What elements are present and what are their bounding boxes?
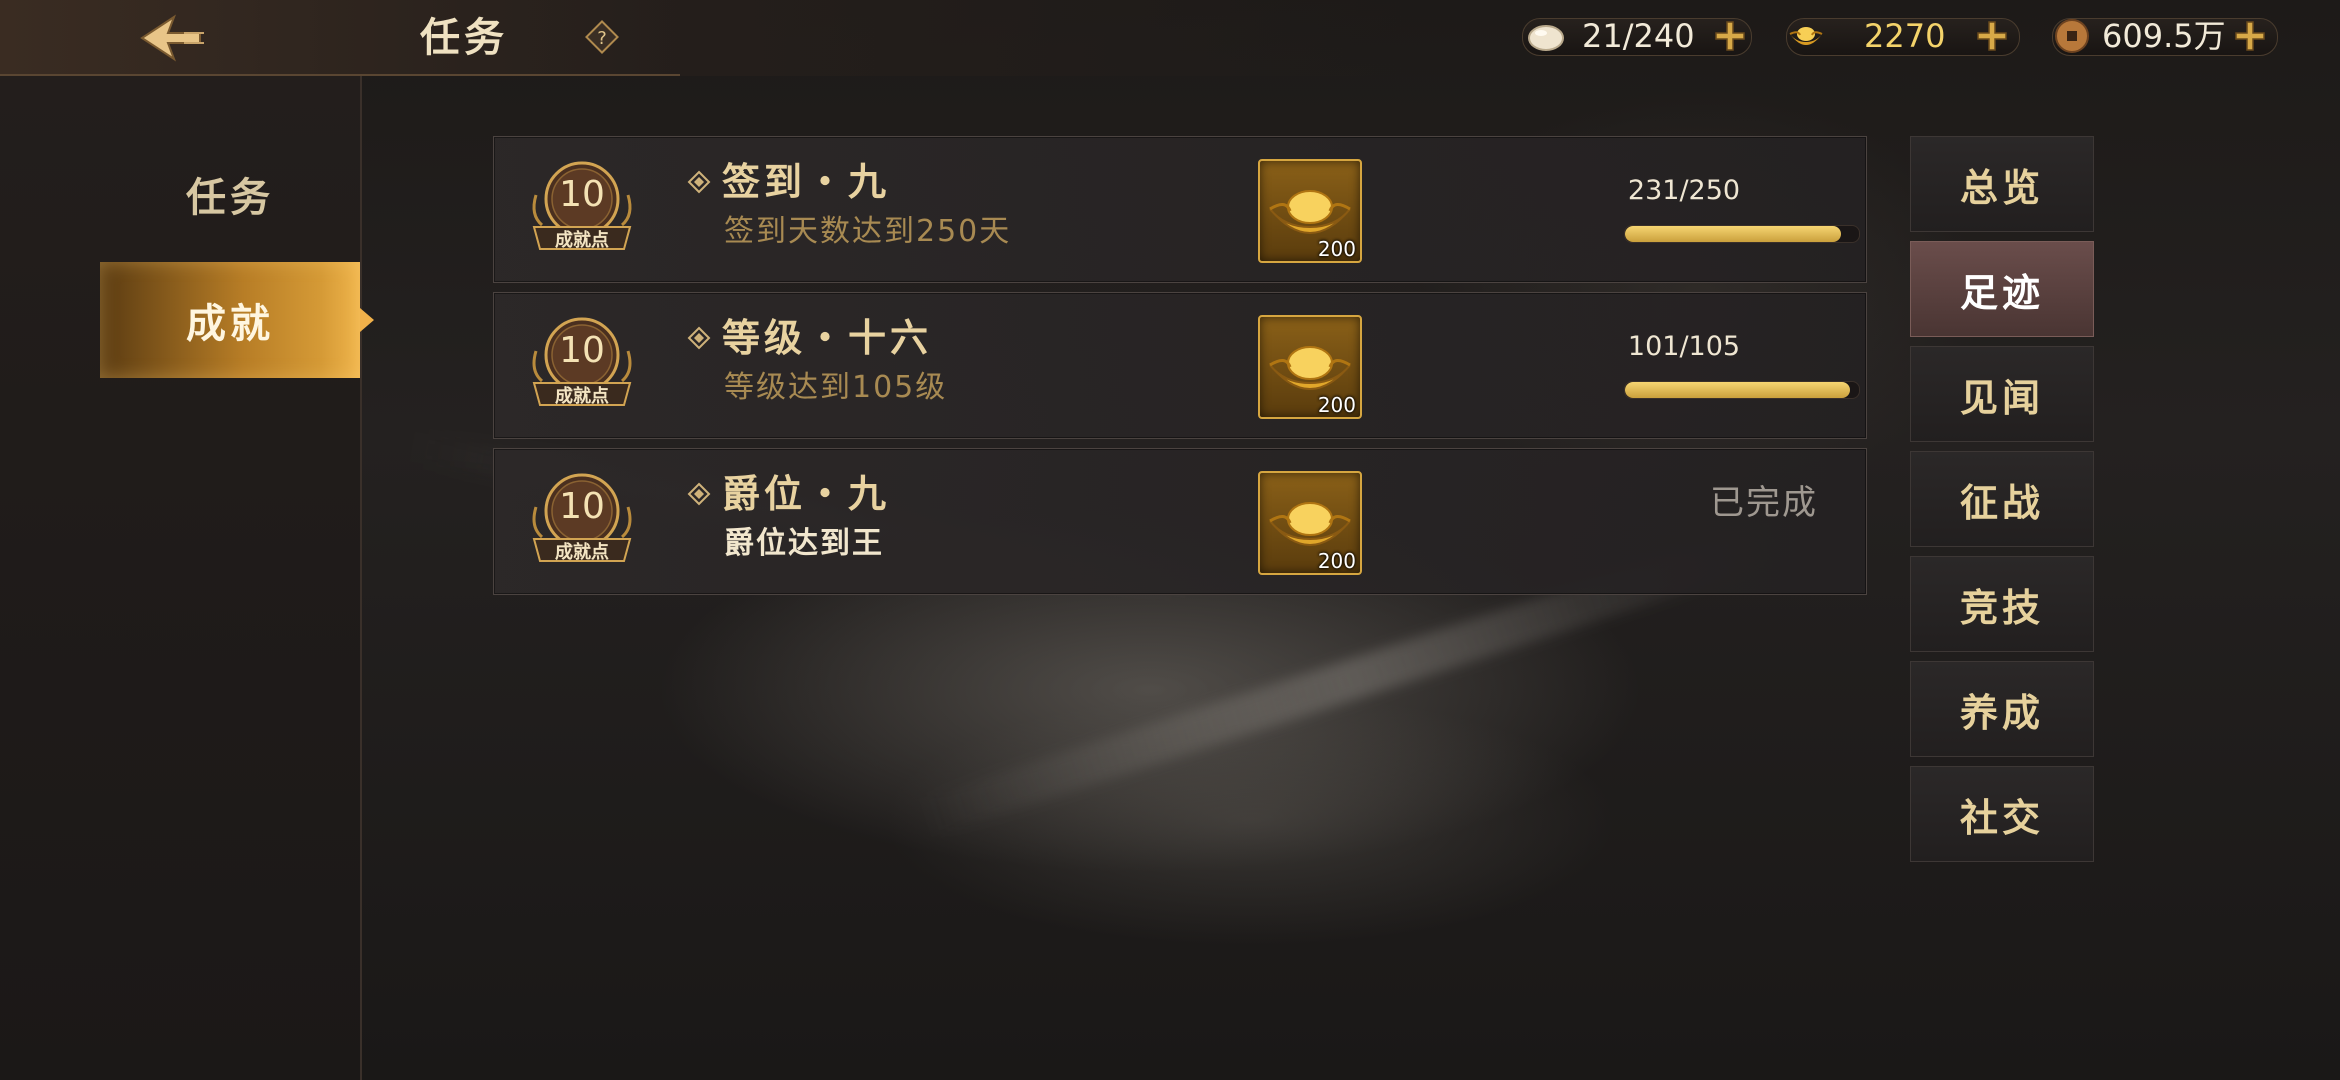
category-tab-social[interactable]: 社交 bbox=[1910, 766, 2094, 862]
category-tab-label: 见闻 bbox=[1959, 375, 2044, 420]
category-tab-label: 社交 bbox=[1959, 795, 2044, 840]
stamina-value: 21/240 bbox=[1582, 17, 1695, 55]
back-button[interactable] bbox=[130, 10, 210, 66]
copper-coin-icon bbox=[2055, 19, 2089, 53]
achievement-description: 等级达到105级 bbox=[724, 370, 948, 405]
category-tab-growth[interactable]: 养成 bbox=[1910, 661, 2094, 757]
reward-quantity: 200 bbox=[1317, 237, 1356, 261]
svg-text:?: ? bbox=[597, 28, 607, 49]
sidebar-item-label: 任务 bbox=[186, 175, 274, 221]
achievement-title: 签到・九 bbox=[722, 160, 891, 204]
category-tab-campaign[interactable]: 征战 bbox=[1910, 451, 2094, 547]
category-tab-label: 足迹 bbox=[1959, 270, 2044, 315]
coin-value: 609.5万 bbox=[2102, 17, 2226, 55]
achievement-points-medal: 10 成就点 bbox=[524, 467, 640, 577]
achievement-points-medal: 10 成就点 bbox=[524, 155, 640, 265]
gold-ingot-icon bbox=[1789, 27, 1823, 45]
category-tab-insights[interactable]: 见闻 bbox=[1910, 346, 2094, 442]
achievement-points-medal: 10 成就点 bbox=[524, 311, 640, 421]
category-tab-overview[interactable]: 总览 bbox=[1910, 136, 2094, 232]
progress-text: 101/105 bbox=[1627, 331, 1741, 362]
category-tab-label: 征战 bbox=[1959, 480, 2044, 525]
status-completed: 已完成 bbox=[1710, 483, 1818, 523]
title-plate bbox=[0, 0, 680, 76]
diamond-icon bbox=[687, 482, 711, 506]
achievement-row: 10 成就点 等级・十六 等级达到105级 200 101/105 bbox=[493, 292, 1867, 439]
achievement-description: 爵位达到王 bbox=[724, 526, 884, 561]
achievement-title: 等级・十六 bbox=[722, 316, 933, 360]
achievement-points: 10 bbox=[559, 174, 605, 215]
help-button[interactable]: ? bbox=[585, 20, 619, 54]
category-tab-label: 养成 bbox=[1959, 690, 2044, 735]
reward-quantity: 200 bbox=[1317, 393, 1356, 417]
add-gold-button[interactable] bbox=[1972, 16, 2012, 56]
achievement-points: 10 bbox=[559, 330, 605, 371]
reward-slot[interactable]: 200 bbox=[1258, 471, 1362, 575]
gold-ingot-value: 2270 bbox=[1864, 17, 1946, 55]
sidebar-item-label: 成就 bbox=[186, 301, 274, 347]
add-coin-button[interactable] bbox=[2230, 16, 2270, 56]
sidebar-item-achievements[interactable]: 成就 bbox=[100, 262, 374, 378]
back-arrow-icon bbox=[140, 14, 204, 62]
category-tab-label: 总览 bbox=[1959, 165, 2044, 210]
question-icon: ? bbox=[585, 20, 619, 54]
category-tab-label: 竞技 bbox=[1959, 585, 2044, 630]
achievement-points-label: 成就点 bbox=[555, 230, 609, 251]
coin-counter: 609.5万 bbox=[2052, 14, 2278, 58]
stamina-counter: 21/240 bbox=[1522, 14, 1752, 58]
category-tab-footprints[interactable]: 足迹 bbox=[1910, 241, 2094, 337]
diamond-icon bbox=[687, 326, 711, 350]
progress-text: 231/250 bbox=[1627, 175, 1741, 206]
achievement-title: 爵位・九 bbox=[722, 472, 891, 516]
achievement-points-label: 成就点 bbox=[555, 542, 609, 563]
diamond-icon bbox=[687, 170, 711, 194]
sidebar-item-tasks[interactable]: 任务 bbox=[100, 136, 360, 252]
gold-ingot-counter: 2270 bbox=[1786, 14, 2020, 58]
achievement-description: 签到天数达到250天 bbox=[724, 214, 1012, 249]
progress-bar bbox=[1624, 225, 1860, 243]
category-tab-arena[interactable]: 竞技 bbox=[1910, 556, 2094, 652]
add-stamina-button[interactable] bbox=[1710, 16, 1750, 56]
progress-bar-fill bbox=[1625, 226, 1842, 242]
progress-bar-fill bbox=[1625, 382, 1851, 398]
achievement-points: 10 bbox=[559, 486, 605, 527]
achievement-row: 10 成就点 爵位・九 爵位达到王 200 已完成 bbox=[493, 448, 1867, 595]
achievement-row: 10 成就点 签到・九 签到天数达到250天 200 231/250 bbox=[493, 136, 1867, 283]
reward-slot[interactable]: 200 bbox=[1258, 159, 1362, 263]
page-title: 任务 bbox=[420, 15, 508, 61]
progress-bar bbox=[1624, 381, 1860, 399]
bun-icon bbox=[1528, 25, 1564, 51]
achievement-points-label: 成就点 bbox=[555, 386, 609, 407]
reward-slot[interactable]: 200 bbox=[1258, 315, 1362, 419]
reward-quantity: 200 bbox=[1317, 549, 1356, 573]
